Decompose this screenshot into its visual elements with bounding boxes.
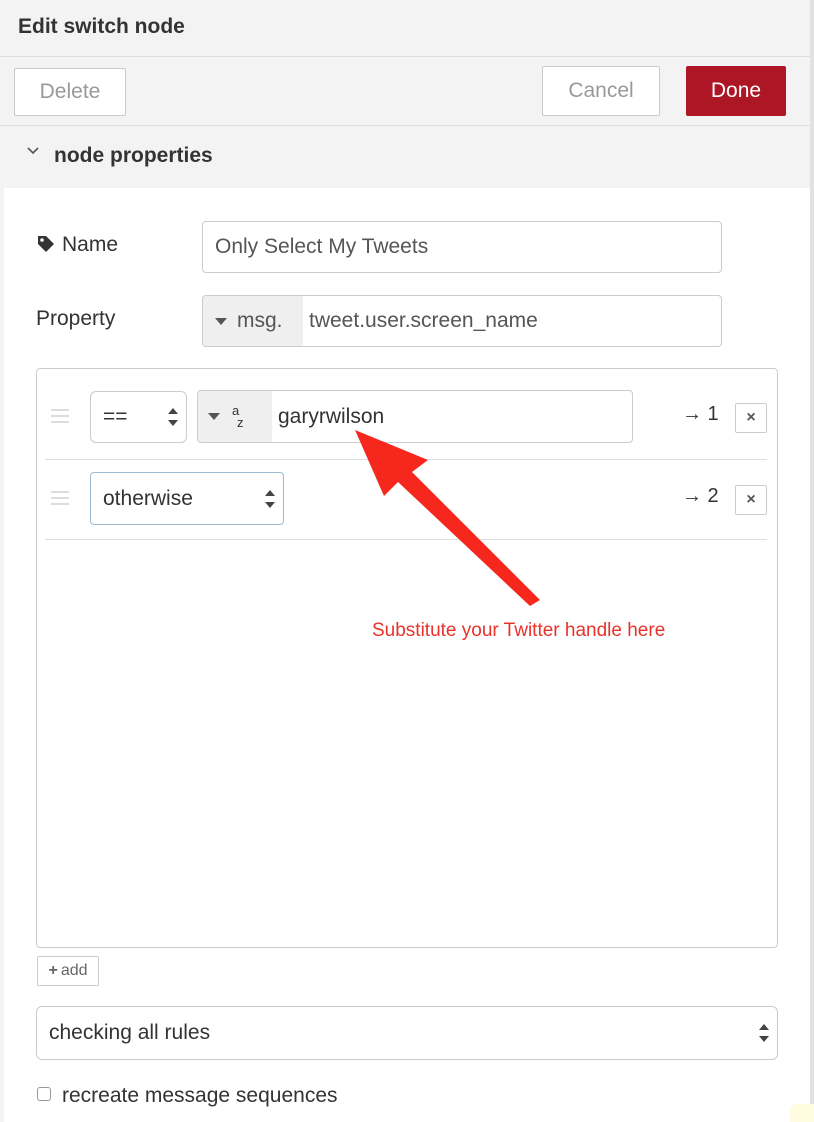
property-label: Property xyxy=(36,307,116,330)
string-type-icon: a z xyxy=(232,402,244,430)
caret-down-icon xyxy=(208,413,220,420)
checking-rules-select[interactable]: checking all rules xyxy=(36,1006,778,1060)
delete-button[interactable]: Delete xyxy=(14,68,126,116)
tag-icon xyxy=(38,236,54,252)
node-properties-header[interactable]: node properties xyxy=(4,126,810,188)
tray-resize-edge xyxy=(810,0,814,1122)
name-input[interactable]: Only Select My Tweets xyxy=(202,221,722,273)
rule-value-type-selector[interactable]: a z xyxy=(198,391,272,442)
drag-handle-icon[interactable] xyxy=(51,409,69,427)
property-type-label: msg. xyxy=(237,309,283,332)
name-label: Name xyxy=(62,233,119,256)
output-port-label: → 2 xyxy=(682,485,719,507)
annotation-text: Substitute your Twitter handle here xyxy=(372,620,666,641)
rule-operator-select[interactable]: otherwise xyxy=(90,472,284,525)
chevron-down-icon xyxy=(27,147,39,155)
section-title: node properties xyxy=(54,144,213,167)
operator-value: otherwise xyxy=(103,486,193,510)
tray-header: Edit switch node xyxy=(0,0,810,57)
remove-rule-button[interactable]: × xyxy=(735,403,767,433)
rule-operator-select[interactable]: == xyxy=(90,391,187,443)
drag-handle-icon[interactable] xyxy=(51,491,69,509)
caret-down-icon xyxy=(215,317,227,325)
property-typed-input: msg. tweet.user.screen_name xyxy=(202,295,722,347)
recreate-sequences-checkbox[interactable] xyxy=(37,1087,51,1101)
recreate-sequences-label: recreate message sequences xyxy=(62,1084,338,1107)
annotation-arrow xyxy=(355,430,540,606)
tray-toolbar: Delete Cancel Done xyxy=(0,57,810,126)
property-input[interactable]: tweet.user.screen_name xyxy=(303,296,538,346)
property-type-selector[interactable]: msg. xyxy=(203,296,303,346)
checking-rules-value: checking all rules xyxy=(49,1021,211,1044)
add-rule-button[interactable]: + add xyxy=(37,956,99,986)
remove-rule-button[interactable]: × xyxy=(735,485,767,515)
select-arrows-icon xyxy=(759,1024,769,1042)
add-button-label: add xyxy=(60,962,88,979)
done-button[interactable]: Done xyxy=(686,66,786,116)
select-arrows-icon xyxy=(265,489,275,508)
operator-value: == xyxy=(103,405,128,428)
cancel-button[interactable]: Cancel xyxy=(542,66,660,116)
output-port-label: → 1 xyxy=(682,403,719,425)
plus-icon: + xyxy=(48,962,58,979)
tray-title: Edit switch node xyxy=(18,15,185,38)
select-arrows-icon xyxy=(168,408,178,426)
edge-widget xyxy=(790,1104,814,1122)
